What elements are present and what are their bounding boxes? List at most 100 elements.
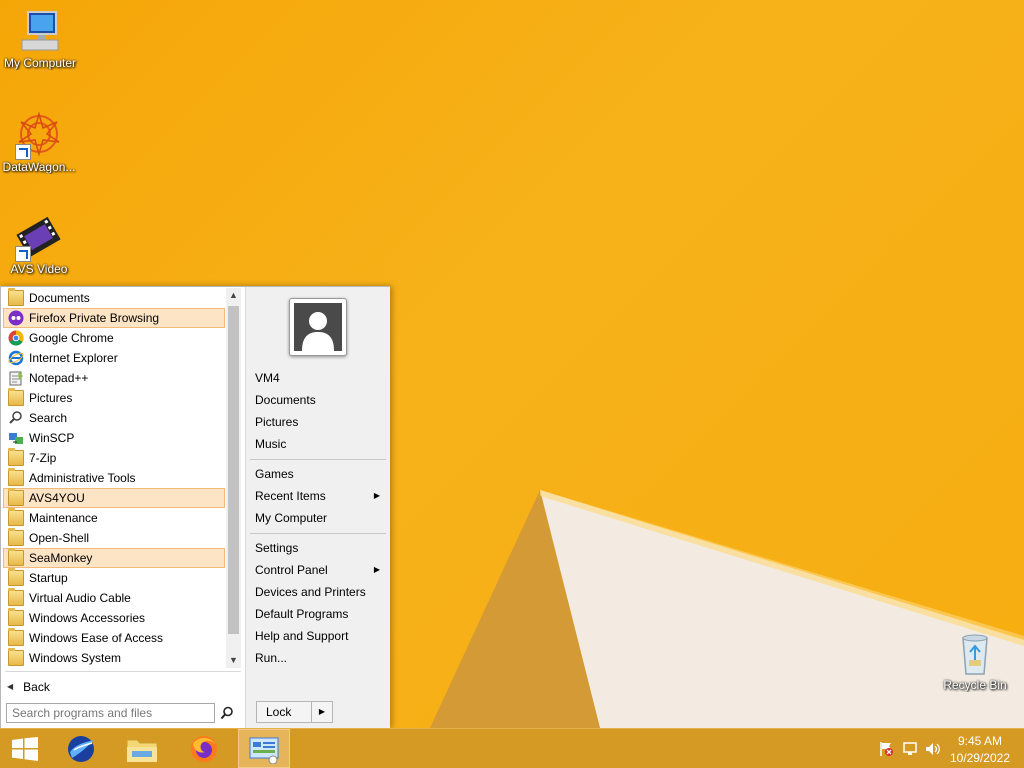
program-label: Firefox Private Browsing — [29, 311, 160, 325]
folder-icon — [8, 548, 24, 566]
program-label: Pictures — [29, 391, 73, 405]
menu-item-control-panel[interactable]: Control Panel ▶ — [250, 559, 386, 581]
network-icon[interactable] — [902, 741, 918, 760]
folder-icon — [8, 288, 24, 306]
program-item-notepad-plus-plus[interactable]: Notepad++ — [3, 368, 225, 388]
program-item-open-shell[interactable]: Open-Shell — [3, 528, 225, 548]
desktop: My Computer DataWagon... AVS Video Recyc… — [0, 0, 1024, 728]
taskbar-file-explorer-button[interactable] — [116, 729, 168, 768]
program-item-google-chrome[interactable]: Google Chrome — [3, 328, 225, 348]
action-center-flag-icon[interactable] — [878, 741, 894, 760]
program-item-firefox-private-browsing[interactable]: Firefox Private Browsing — [3, 308, 225, 328]
shutdown-options-button[interactable]: ▶ — [312, 701, 333, 723]
search-icon[interactable] — [220, 706, 234, 720]
submenu-arrow-icon: ▶ — [373, 565, 380, 574]
search-input[interactable] — [6, 703, 215, 723]
menu-item-documents[interactable]: Documents — [250, 389, 386, 411]
back-label: Back — [23, 680, 50, 694]
program-item-seamonkey[interactable]: SeaMonkey — [3, 548, 225, 568]
user-avatar[interactable] — [289, 298, 347, 356]
desktop-icon-recycle-bin[interactable]: Recycle Bin — [935, 630, 1015, 692]
datawagon-icon — [15, 111, 63, 160]
menu-item-label: My Computer — [255, 511, 328, 525]
program-item-internet-explorer[interactable]: Internet Explorer — [3, 348, 225, 368]
program-item-pictures[interactable]: Pictures — [3, 388, 225, 408]
folder-icon — [8, 568, 24, 586]
program-item-administrative-tools[interactable]: Administrative Tools — [3, 468, 225, 488]
program-item-documents[interactable]: Documents — [3, 288, 225, 308]
lock-button[interactable]: Lock — [256, 701, 312, 723]
menu-item-vm4[interactable]: VM4 — [250, 367, 386, 389]
program-label: Virtual Audio Cable — [29, 591, 131, 605]
menu-item-label: Default Programs — [255, 607, 349, 621]
program-label: SeaMonkey — [29, 551, 93, 565]
program-label: WinSCP — [29, 431, 75, 445]
desktop-icon-datawagon[interactable]: DataWagon... — [0, 111, 79, 174]
computer-icon — [16, 8, 64, 56]
menu-item-recent-items[interactable]: Recent Items ▶ — [250, 485, 386, 507]
menu-item-music[interactable]: Music — [250, 433, 386, 455]
start-menu: Documents Firefox Private Browsing Googl… — [0, 286, 390, 728]
menu-item-label: Settings — [255, 541, 299, 555]
program-item-startup[interactable]: Startup — [3, 568, 225, 588]
program-item-7-zip[interactable]: 7-Zip — [3, 448, 225, 468]
menu-item-label: Documents — [255, 393, 316, 407]
desktop-icon-label: My Computer — [3, 56, 77, 70]
program-item-windows-ease-of-access[interactable]: Windows Ease of Access — [3, 628, 225, 648]
folder-icon — [8, 528, 24, 546]
firefox-icon — [189, 734, 219, 767]
folder-icon — [8, 448, 24, 466]
program-label: Open-Shell — [29, 531, 90, 545]
program-item-windows-accessories[interactable]: Windows Accessories — [3, 608, 225, 628]
start-button[interactable] — [0, 729, 52, 768]
desktop-icon-my-computer[interactable]: My Computer — [0, 8, 80, 70]
desktop-icon-avs-video[interactable]: AVS Video — [0, 214, 79, 276]
menu-item-help-and-support[interactable]: Help and Support — [250, 625, 386, 647]
menu-item-pictures[interactable]: Pictures — [250, 411, 386, 433]
taskbar-firefox-button[interactable] — [178, 729, 230, 768]
folder-icon — [8, 588, 24, 606]
program-label: Windows System — [29, 651, 122, 665]
menu-item-run[interactable]: Run... — [250, 647, 386, 669]
scroll-down-icon[interactable]: ▼ — [226, 653, 241, 668]
back-arrow-icon: ◀ — [7, 682, 14, 691]
menu-item-default-programs[interactable]: Default Programs — [250, 603, 386, 625]
program-item-virtual-audio-cable[interactable]: Virtual Audio Cable — [3, 588, 225, 608]
desktop-icon-label: AVS Video — [10, 262, 68, 276]
menu-item-label: Games — [255, 467, 294, 481]
folder-icon — [8, 468, 24, 486]
program-item-avs4you[interactable]: AVS4YOU — [3, 488, 225, 508]
menu-item-devices-and-printers[interactable]: Devices and Printers — [250, 581, 386, 603]
volume-icon[interactable] — [924, 741, 940, 760]
system-tray: 9:45 AM 10/29/2022 — [864, 729, 1024, 768]
divider — [5, 671, 241, 672]
folder-icon — [8, 628, 24, 646]
taskbar-control-panel-button[interactable] — [238, 729, 290, 768]
lock-label: Lock — [266, 705, 292, 719]
back-button[interactable]: ◀ Back — [7, 679, 50, 695]
program-label: Notepad++ — [29, 371, 89, 385]
winscp-icon — [8, 430, 24, 446]
scrollbar-thumb[interactable] — [228, 306, 239, 634]
program-item-winscp[interactable]: WinSCP — [3, 428, 225, 448]
program-label: Search — [29, 411, 68, 425]
menu-item-label: Devices and Printers — [255, 585, 366, 599]
program-item-maintenance[interactable]: Maintenance — [3, 508, 225, 528]
menu-item-my-computer[interactable]: My Computer — [250, 507, 386, 529]
taskbar: 9:45 AM 10/29/2022 — [0, 728, 1024, 768]
taskbar-seamonkey-button[interactable] — [56, 729, 108, 768]
program-label: Maintenance — [29, 511, 98, 525]
clock-time: 9:45 AM — [957, 734, 1002, 748]
program-item-windows-system[interactable]: Windows System — [3, 648, 225, 668]
menu-item-settings[interactable]: Settings — [250, 537, 386, 559]
program-label: Internet Explorer — [29, 351, 118, 365]
desktop-icon-label: DataWagon... — [2, 160, 76, 174]
folder-icon — [8, 508, 24, 526]
programs-scrollbar[interactable]: ▲ ▼ — [226, 288, 241, 668]
menu-item-label: Music — [255, 437, 287, 451]
menu-item-games[interactable]: Games — [250, 463, 386, 485]
program-item-search[interactable]: Search — [3, 408, 225, 428]
scroll-up-icon[interactable]: ▲ — [226, 288, 241, 303]
shortcut-arrow-icon — [15, 246, 31, 262]
chevron-right-icon: ▶ — [318, 707, 326, 716]
